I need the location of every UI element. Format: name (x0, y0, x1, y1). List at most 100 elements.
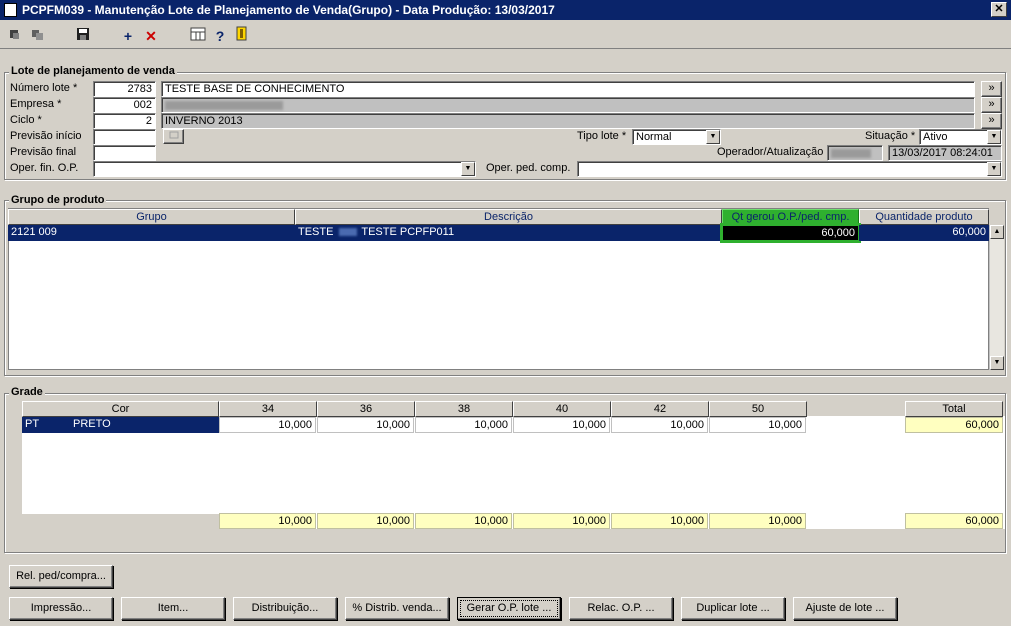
numero-lote-field[interactable]: 2783 (93, 81, 156, 97)
empresa-label: Empresa * (10, 98, 62, 110)
ajuste-lote-button[interactable]: Ajuste de lote ... (793, 597, 897, 620)
tipo-lote-label: Tipo lote * (577, 130, 627, 142)
oper-ped-label: Oper. ped. comp. (486, 162, 571, 174)
scroll-up-icon[interactable]: ▲ (990, 225, 1004, 239)
grupo-row-qt-gerou[interactable]: 60,000 (722, 225, 859, 241)
redacted-text (831, 148, 871, 158)
col-header-descricao[interactable]: Descrição (295, 209, 722, 225)
previous-record-icon[interactable] (27, 26, 47, 46)
empresa-field[interactable]: 002 (93, 97, 156, 113)
ciclo-expand-button[interactable]: » (981, 113, 1002, 129)
grupo-section-title: Grupo de produto (9, 194, 107, 206)
help-icon[interactable]: ? (210, 26, 230, 46)
previsao-final-label: Previsão final (10, 146, 77, 158)
redacted-text (165, 100, 283, 110)
col-header-qt-gerou[interactable]: Qt gerou O.P./ped. cmp. (722, 209, 859, 225)
grupo-scrollbar[interactable]: ▲ ▼ (989, 225, 1004, 370)
grade-cell[interactable]: 10,000 (709, 417, 806, 433)
delete-icon[interactable]: ✕ (141, 26, 161, 46)
oper-fin-label: Oper. fin. O.P. (10, 162, 79, 174)
save-icon[interactable] (73, 26, 93, 46)
tipo-lote-select[interactable]: Normal ▼ (632, 129, 721, 145)
grade-footer-spacer (22, 514, 219, 529)
situacao-label: Situação * (865, 130, 916, 142)
grade-footer-cell: 10,000 (415, 513, 512, 529)
grade-cell[interactable]: 10,000 (611, 417, 708, 433)
toolbar: + ✕ ? (0, 21, 1011, 49)
situacao-select[interactable]: Ativo ▼ (919, 129, 1002, 145)
grade-cell[interactable]: 10,000 (415, 417, 512, 433)
close-button[interactable]: ✕ (991, 2, 1007, 17)
col-header-size[interactable]: 40 (513, 401, 611, 417)
grupo-row-quantidade[interactable]: 60,000 (859, 225, 989, 241)
app-icon (4, 3, 17, 17)
grade-footer-cell: 10,000 (317, 513, 414, 529)
numero-lote-desc: TESTE BASE DE CONHECIMENTO (161, 81, 975, 97)
operador-label: Operador/Atualização (717, 146, 824, 158)
numero-lote-expand-button[interactable]: » (981, 81, 1002, 97)
chevron-down-icon[interactable]: ▼ (706, 130, 720, 144)
col-header-size[interactable]: 50 (709, 401, 807, 417)
chevron-down-icon[interactable]: ▼ (987, 130, 1001, 144)
first-record-icon[interactable] (5, 26, 25, 46)
previsao-inicio-field[interactable] (93, 129, 156, 145)
grade-cell[interactable]: 10,000 (219, 417, 316, 433)
exit-icon[interactable] (232, 26, 252, 46)
col-header-size[interactable]: 36 (317, 401, 415, 417)
numero-lote-label: Número lote * (10, 82, 78, 94)
grade-footer-cell: 10,000 (709, 513, 806, 529)
atualizacao-field: 13/03/2017 08:24:01 (888, 145, 1002, 161)
grade-cell[interactable]: 10,000 (513, 417, 610, 433)
add-icon[interactable]: + (118, 26, 138, 46)
grade-cell[interactable]: 10,000 (317, 417, 414, 433)
col-header-size[interactable]: 42 (611, 401, 709, 417)
ciclo-desc: INVERNO 2013 (161, 113, 975, 129)
rel-ped-compra-button[interactable]: Rel. ped/compra... (9, 565, 113, 588)
previsao-inicio-label: Previsão início (10, 130, 82, 142)
scroll-down-icon[interactable]: ▼ (990, 356, 1004, 370)
chevron-down-icon[interactable]: ▼ (987, 162, 1001, 176)
lote-section-title: Lote de planejamento de venda (9, 65, 177, 77)
col-header-total[interactable]: Total (905, 401, 1003, 417)
previsao-final-field[interactable] (93, 145, 156, 161)
situacao-value: Ativo (923, 131, 948, 143)
calculator-icon[interactable] (188, 26, 208, 46)
empresa-desc (161, 97, 975, 113)
descricao-part-b: TESTE PCPFP011 (361, 226, 455, 238)
col-header-grupo[interactable]: Grupo (8, 209, 295, 225)
grade-row-cor-code[interactable]: PT (22, 417, 70, 433)
empresa-expand-button[interactable]: » (981, 97, 1002, 113)
col-header-size[interactable]: 34 (219, 401, 317, 417)
col-header-size[interactable]: 38 (415, 401, 513, 417)
distribuicao-button[interactable]: Distribuição... (233, 597, 337, 620)
window-title: PCPFM039 - Manutenção Lote de Planejamen… (22, 3, 555, 17)
distrib-venda-button[interactable]: % Distrib. venda... (345, 597, 449, 620)
impressao-button[interactable]: Impressão... (9, 597, 113, 620)
col-header-quantidade[interactable]: Quantidade produto (859, 209, 989, 225)
tipo-lote-value: Normal (636, 131, 672, 143)
grade-footer-total: 60,000 (905, 513, 1003, 529)
calendar-button[interactable] (163, 129, 184, 144)
ciclo-label: Ciclo * (10, 114, 42, 126)
relac-op-button[interactable]: Relac. O.P. ... (569, 597, 673, 620)
gerar-op-lote-button[interactable]: Gerar O.P. lote ... (457, 597, 561, 620)
grupo-row-descricao[interactable]: TESTE TESTE PCPFP011 (295, 225, 722, 241)
oper-fin-select[interactable]: ▼ (93, 161, 476, 177)
grupo-row-grupo[interactable]: 2121 009 (8, 225, 295, 241)
grade-row-cor-name[interactable]: PRETO (70, 417, 219, 433)
oper-ped-select[interactable]: ▼ (577, 161, 1002, 177)
col-header-cor[interactable]: Cor (22, 401, 219, 417)
title-bar: PCPFM039 - Manutenção Lote de Planejamen… (0, 0, 1011, 20)
grade-row-total: 60,000 (905, 417, 1003, 433)
item-button[interactable]: Item... (121, 597, 225, 620)
ciclo-field[interactable]: 2 (93, 113, 156, 129)
redacted-text (338, 228, 357, 237)
grade-section-title: Grade (9, 386, 45, 398)
descricao-part-a: TESTE (298, 226, 334, 238)
operador-field (827, 145, 883, 161)
grade-footer-cell: 10,000 (219, 513, 316, 529)
grade-footer-cell: 10,000 (513, 513, 610, 529)
chevron-down-icon[interactable]: ▼ (461, 162, 475, 176)
grade-footer-cell: 10,000 (611, 513, 708, 529)
duplicar-lote-button[interactable]: Duplicar lote ... (681, 597, 785, 620)
